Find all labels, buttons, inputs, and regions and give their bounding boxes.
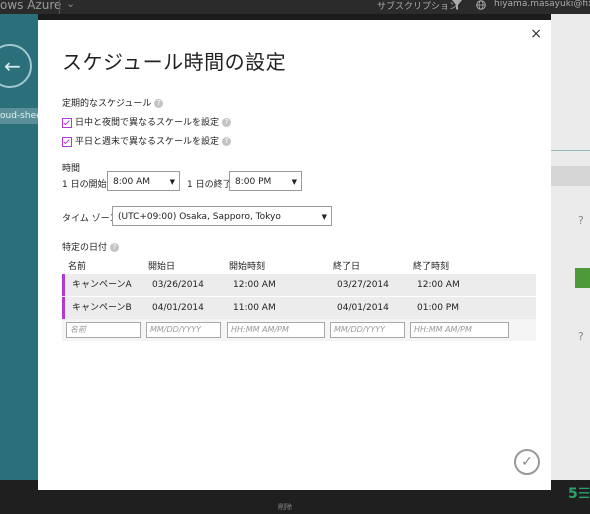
right-pane: ? ? [551, 14, 590, 480]
periodic-schedule-label: 定期的なスケジュール? [62, 96, 164, 109]
user-account[interactable]: hiyama.masayuki@fixer.co [494, 0, 590, 9]
weekday-checkbox[interactable] [62, 136, 72, 147]
cell-name: キャンペーンB [72, 303, 132, 313]
topbar-divider [59, 0, 60, 14]
close-icon[interactable]: × [530, 26, 542, 42]
help-icon[interactable]: ? [222, 137, 232, 146]
weekday-checkbox-label: 平日と週末で異なるスケールを設定 [75, 137, 220, 147]
row-accent [62, 274, 65, 296]
start-time-input[interactable]: HH:MM AM/PM [227, 322, 325, 338]
daynight-checkbox-row[interactable]: 日中と夜間で異なるスケールを設定? [62, 115, 232, 128]
column-start-time: 開始時刻 [229, 262, 266, 272]
subscription-link[interactable]: サブスクリプション [377, 0, 458, 12]
timezone-value: (UTC+09:00) Osaka, Sapporo, Tokyo [118, 212, 281, 222]
cell-name: キャンペーンA [72, 280, 132, 290]
cell-start-time: 11:00 AM [233, 303, 276, 313]
timezone-select[interactable]: (UTC+09:00) Osaka, Sapporo, Tokyo ▼ [112, 206, 332, 226]
day-start-select[interactable]: 8:00 AM ▼ [107, 171, 180, 191]
specific-dates-label: 特定の日付? [62, 240, 120, 253]
row-accent [62, 297, 65, 319]
specific-dates-text: 特定の日付 [62, 243, 108, 253]
back-button[interactable]: ← [0, 44, 32, 88]
dropdown-arrow-icon: ▼ [291, 178, 297, 186]
day-end-label: 1 日の終了: [187, 180, 235, 190]
daynight-checkbox-label: 日中と夜間で異なるスケールを設定 [75, 118, 220, 128]
ok-check-button[interactable]: ✓ [514, 449, 540, 475]
help-icon[interactable]: ? [222, 118, 232, 127]
column-start-date: 開始日 [148, 262, 176, 272]
left-nav: ← oud-sheep [0, 14, 38, 480]
dropdown-arrow-icon: ▼ [321, 213, 327, 221]
cell-start-time: 12:00 AM [233, 280, 276, 290]
day-end-value: 8:00 PM [235, 177, 272, 187]
pane-band [551, 166, 590, 186]
cell-start-date: 03/26/2014 [152, 280, 204, 290]
cell-start-date: 04/01/2014 [152, 303, 204, 313]
cell-end-date: 03/27/2014 [337, 280, 389, 290]
table-row[interactable]: キャンペーンB 04/01/2014 11:00 AM 04/01/2014 0… [62, 297, 536, 319]
top-bar: ows Azure ⌄ サブスクリプション hiyama.masayuki@fi… [0, 0, 590, 14]
menu-icon[interactable]: 5☰ [568, 486, 590, 502]
dialog-title: スケジュール時間の設定 [62, 50, 287, 74]
cell-end-date: 04/01/2014 [337, 303, 389, 313]
time-label: 時間 [62, 164, 81, 174]
end-time-input[interactable]: HH:MM AM/PM [410, 322, 509, 338]
day-start-value: 8:00 AM [113, 177, 150, 187]
name-input[interactable]: 名前 [66, 322, 141, 338]
periodic-schedule-text: 定期的なスケジュール [62, 99, 152, 109]
delete-command-label[interactable]: 削除 [278, 502, 292, 512]
schedule-dialog: × スケジュール時間の設定 定期的なスケジュール? 日中と夜間で異なるスケールを… [38, 20, 551, 490]
column-end-time: 終了時刻 [413, 262, 450, 272]
help-icon[interactable]: ? [110, 243, 120, 252]
table-header: 名前 開始日 開始時刻 終了日 終了時刻 [62, 259, 535, 273]
status-tile [575, 268, 590, 288]
daynight-checkbox[interactable] [62, 117, 72, 128]
chevron-down-icon[interactable]: ⌄ [66, 0, 75, 10]
help-icon[interactable]: ? [154, 99, 164, 108]
help-icon: ? [578, 330, 584, 343]
cell-end-time: 01:00 PM [417, 303, 459, 313]
end-date-input[interactable]: MM/DD/YYYY [330, 322, 405, 338]
nav-item-cloud-service[interactable]: oud-sheep [0, 108, 38, 124]
weekday-checkbox-row[interactable]: 平日と週末で異なるスケールを設定? [62, 134, 232, 147]
funnel-icon[interactable] [452, 0, 462, 10]
day-end-select[interactable]: 8:00 PM ▼ [229, 171, 302, 191]
back-arrow-icon: ← [4, 54, 21, 78]
column-end-date: 終了日 [333, 262, 361, 272]
dropdown-arrow-icon: ▼ [169, 178, 175, 186]
table-row[interactable]: キャンペーンA 03/26/2014 12:00 AM 03/27/2014 1… [62, 274, 536, 296]
cell-end-time: 12:00 AM [417, 280, 460, 290]
day-start-label: 1 日の開始: [62, 180, 110, 190]
help-icon: ? [578, 214, 584, 227]
new-entry-row: 名前 MM/DD/YYYY HH:MM AM/PM MM/DD/YYYY HH:… [62, 319, 536, 341]
globe-icon[interactable] [476, 0, 486, 10]
brand-title: ows Azure [0, 0, 62, 12]
pane-divider [551, 150, 590, 151]
start-date-input[interactable]: MM/DD/YYYY [146, 322, 221, 338]
column-name: 名前 [68, 262, 87, 272]
